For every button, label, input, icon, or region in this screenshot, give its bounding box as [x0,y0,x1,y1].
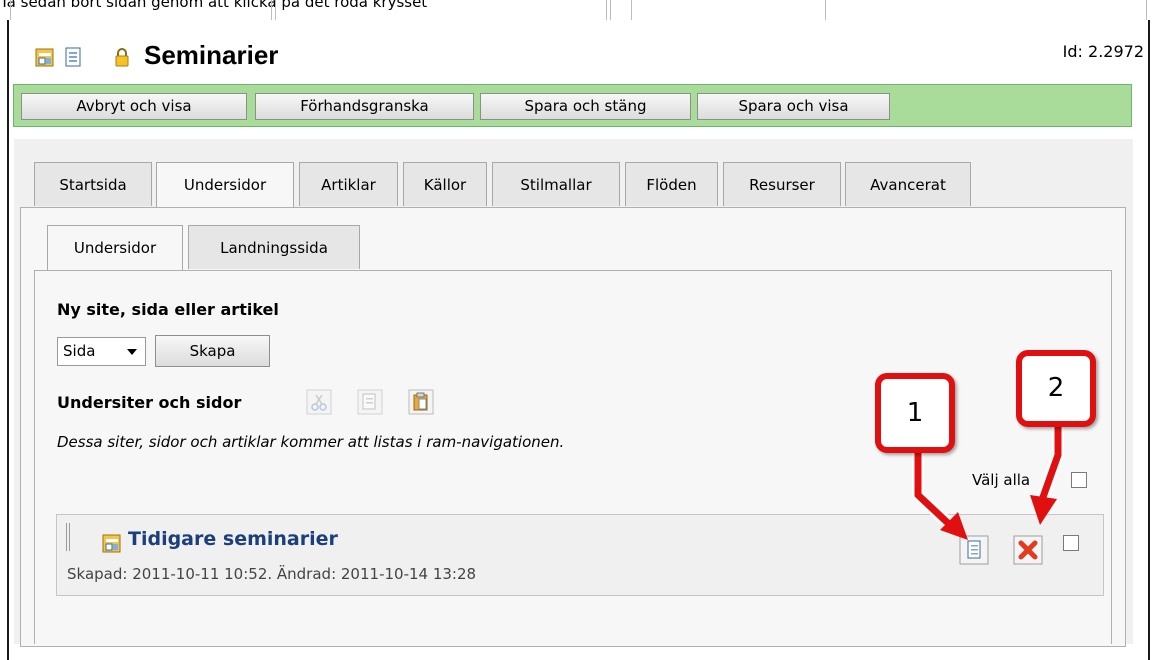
type-select[interactable]: Sida [57,337,146,366]
callout-1: 1 [875,373,955,453]
tab-stilmallar[interactable]: Stilmallar [492,162,620,206]
site-icon [101,532,123,558]
copy-page-icon[interactable] [959,535,989,569]
list-heading: Undersiter och sidor [57,393,242,412]
paste-icon[interactable] [408,389,434,419]
save-and-view-button[interactable]: Spara och visa [697,93,890,120]
tab-resurser[interactable]: Resurser [723,162,841,206]
page-title: Seminarier [144,40,279,70]
page-icon [62,46,84,72]
cancel-and-view-button[interactable]: Avbryt och visa [21,93,247,120]
tab-artiklar[interactable]: Artiklar [299,162,398,206]
subtab-landningssida[interactable]: Landningssida [188,225,360,269]
select-all-checkbox[interactable] [1071,472,1087,488]
action-toolbar: Avbryt och visa Förhandsgranska Spara oc… [13,84,1132,127]
item-checkbox[interactable] [1063,535,1079,551]
top-tab-strip [10,0,1150,21]
tab-avancerat[interactable]: Avancerat [845,162,971,206]
page-id: Id: 2.2972 [1062,42,1144,61]
create-heading: Ny site, sida eller artikel [57,300,279,319]
lock-icon [114,46,130,72]
item-meta: Skapad: 2011-10-11 10:52. Ändrad: 2011-1… [67,565,477,583]
tab-floden[interactable]: Flöden [625,162,718,206]
list-description: Dessa siter, sidor och artiklar kommer a… [57,433,565,451]
subtab-undersidor[interactable]: Undersidor [47,225,183,271]
tab-undersidor[interactable]: Undersidor [156,162,294,208]
delete-icon[interactable] [1013,535,1043,569]
cut-icon[interactable] [306,389,332,419]
tab-startsida[interactable]: Startsida [34,162,152,206]
select-all-label: Välj alla [972,471,1031,489]
list-item [56,514,1104,596]
callout-2: 2 [1016,350,1096,427]
drag-handle[interactable] [66,523,72,551]
type-select-value: Sida [63,342,96,360]
site-icon [34,46,56,72]
create-button[interactable]: Skapa [155,335,270,367]
save-and-close-button[interactable]: Spara och stäng [480,93,691,120]
copy-icon[interactable] [357,389,383,419]
item-title-link[interactable]: Tidigare seminarier [128,528,338,550]
tab-kallor[interactable]: Källor [403,162,487,206]
preview-button[interactable]: Förhandsgranska [255,93,474,120]
chevron-down-icon [127,349,137,355]
